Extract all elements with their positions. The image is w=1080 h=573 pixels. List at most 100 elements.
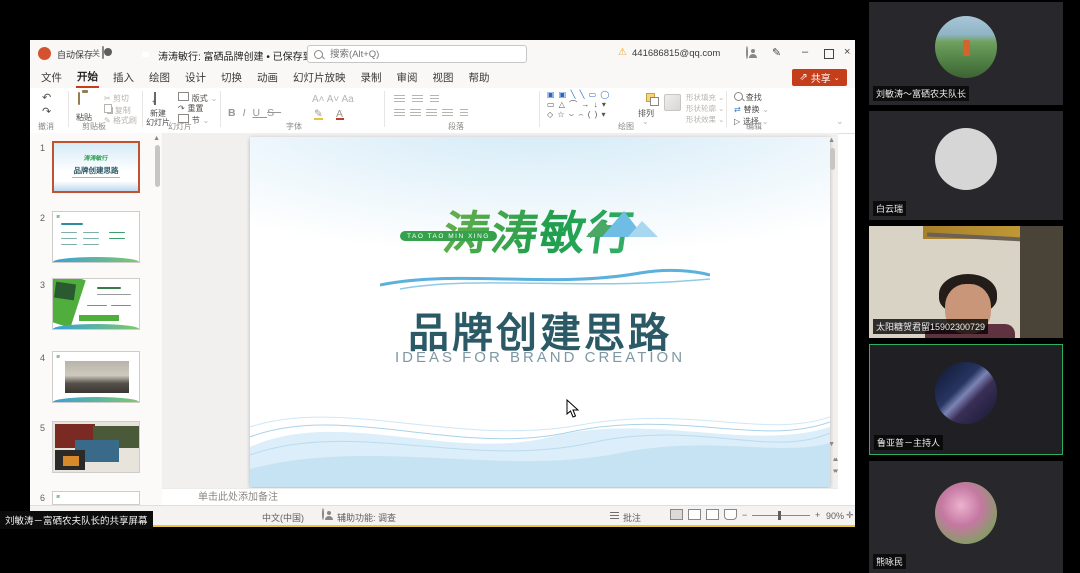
align-right-icon[interactable] <box>426 109 437 117</box>
columns-icon[interactable] <box>460 109 468 117</box>
find-icon <box>734 92 743 101</box>
avatar <box>935 362 997 424</box>
autosave-toggle[interactable]: 关 <box>102 46 104 59</box>
participant-tile[interactable]: 熊咏民 <box>869 461 1063 573</box>
zoom-out-icon[interactable]: − <box>742 510 747 520</box>
font-size-icons[interactable]: A˄ A˅ Aa <box>312 94 354 105</box>
slideshow-view-icon[interactable] <box>724 509 737 520</box>
bold-icon: B <box>228 107 243 119</box>
participant-tile-active-speaker[interactable]: 鲁亚普－主持人 <box>869 344 1063 455</box>
zoom-level[interactable]: 90% <box>826 511 844 521</box>
justify-icon[interactable] <box>442 109 453 117</box>
zoom-in-icon[interactable]: + <box>815 510 820 520</box>
slide-thumbnail-3[interactable] <box>52 278 140 330</box>
redo-icon[interactable]: ↷ <box>42 105 51 118</box>
notes-pane[interactable]: 单击此处添加备注 <box>162 488 838 505</box>
participant-tile[interactable]: 刘敏涛～富硒农夫队长 <box>869 2 1063 105</box>
slide-sorter-view-icon[interactable] <box>688 509 701 520</box>
tab-transitions[interactable]: 切换 <box>220 68 243 87</box>
slide-thumbnail-2[interactable]: ≋ <box>52 211 140 263</box>
tab-file[interactable]: 文件 <box>40 68 63 87</box>
paste-icon[interactable] <box>78 92 80 105</box>
title-chevron-icon[interactable]: ⌄ <box>292 48 299 57</box>
slide-thumbnail-1[interactable]: 涛涛敏行 品牌创建思路 <box>52 141 140 193</box>
autosave-label: 自动保存 <box>57 48 93 61</box>
replace-item[interactable]: ⇄ 替换 ⌄ <box>734 104 769 115</box>
zoom-slider[interactable] <box>752 515 810 516</box>
quick-styles-icon[interactable] <box>664 94 681 111</box>
comments-status[interactable]: 批注 <box>623 511 641 524</box>
reset-item[interactable]: ↷ 重置 <box>178 103 203 114</box>
font-style-icons[interactable]: BIUS <box>228 107 281 119</box>
cut-item[interactable]: ✂ 剪切 <box>104 93 129 104</box>
tab-home[interactable]: 开始 <box>76 67 99 88</box>
ribbon-collapse-icon[interactable]: ⌄ <box>836 116 844 127</box>
tab-slideshow[interactable]: 幻灯片放映 <box>292 68 347 87</box>
layout-icon <box>178 92 189 101</box>
shape-gallery[interactable]: ▣ ▣ ╲ ╲ ▭ ◯ ▭ △ ⌒ → ↓ ▾ ◇ ☆ ⌣ ⌢ ( ) ▾ <box>547 90 633 120</box>
slide-thumbnail-6[interactable]: ≋ <box>52 491 140 505</box>
scroll-down-icon[interactable]: ▼ <box>828 441 835 448</box>
slide-thumbnail-4[interactable]: ≋ <box>52 351 140 403</box>
align-center-icon[interactable] <box>410 109 421 117</box>
status-bar: 中文(中国) 辅助功能: 调查 批注 − + 90% ✛ <box>30 505 855 525</box>
align-left-icon[interactable] <box>394 109 405 117</box>
panel-scroll-up-icon[interactable]: ▲ <box>153 135 160 142</box>
reading-view-icon[interactable] <box>706 509 719 520</box>
format-painter-item[interactable]: ✎ 格式刷 <box>104 115 137 126</box>
group-label-clipboard: 剪贴板 <box>82 121 106 132</box>
slide-edit-area: 涛涛敏行 TAO TAO MIN XING 品牌创建思路 IDEAS FOR B… <box>162 133 838 488</box>
mouse-cursor-icon <box>566 399 580 419</box>
minimize-button[interactable]: – <box>802 46 808 58</box>
new-slide-label2[interactable]: 幻灯片 <box>146 117 170 128</box>
accessibility-status[interactable]: 辅助功能: 调查 <box>337 511 396 524</box>
tab-record[interactable]: 录制 <box>360 68 383 87</box>
participant-sidebar: 刘敏涛～富硒农夫队长 白云瑞 太阳糖贺君留15902300729 鲁亚普－主持人… <box>862 0 1080 573</box>
bullet-list-icon[interactable] <box>394 95 405 103</box>
search-input[interactable] <box>328 48 520 61</box>
participant-name: 刘敏涛～富硒农夫队长 <box>873 86 969 101</box>
participant-tile[interactable]: 白云瑞 <box>869 111 1063 220</box>
comments-status-icon <box>610 512 619 520</box>
tab-help[interactable]: 帮助 <box>468 68 491 87</box>
participant-name: 白云瑞 <box>873 201 906 216</box>
language-status[interactable]: 中文(中国) <box>262 511 304 524</box>
vertical-scrollbar[interactable] <box>830 148 835 170</box>
powerpoint-window: 自动保存 关 涛涛敏行: 富硒品牌创建 • 已保存到这台电脑 ⌄ ⚠ 44168… <box>30 40 855 527</box>
previous-slide-icon[interactable]: ▴▴ <box>833 455 836 463</box>
search-box[interactable] <box>307 45 527 63</box>
tab-insert[interactable]: 插入 <box>112 68 135 87</box>
find-item[interactable]: 查找 <box>734 92 762 103</box>
slide-thumbnail-panel: 1 涛涛敏行 品牌创建思路 2 ≋ 3 <box>30 133 163 505</box>
account-icon[interactable] <box>746 46 748 59</box>
scroll-up-icon[interactable]: ▲ <box>828 137 835 144</box>
shape-outline-item[interactable]: 形状轮廓 ⌄ <box>686 103 724 114</box>
participant-name: 鲁亚普－主持人 <box>874 435 943 450</box>
normal-view-icon[interactable] <box>670 509 683 520</box>
tab-review[interactable]: 审阅 <box>396 68 419 87</box>
close-button[interactable]: × <box>844 46 850 58</box>
new-slide-icon[interactable] <box>154 92 156 105</box>
slide-canvas[interactable]: 涛涛敏行 TAO TAO MIN XING 品牌创建思路 IDEAS FOR B… <box>250 137 830 487</box>
shape-fill-item[interactable]: 形状填充 ⌄ <box>686 92 724 103</box>
indent-icon[interactable] <box>430 95 439 103</box>
slide-number: 2 <box>40 213 45 223</box>
account-email[interactable]: 441686815@qq.com <box>632 48 720 59</box>
tab-animations[interactable]: 动画 <box>256 68 279 87</box>
next-slide-icon[interactable]: ▾▾ <box>833 467 836 475</box>
slide-thumbnail-5[interactable] <box>52 421 140 473</box>
restore-button[interactable] <box>824 49 834 59</box>
zoom-slider-thumb[interactable] <box>778 511 781 520</box>
tab-design[interactable]: 设计 <box>184 68 207 87</box>
pen-mode-icon[interactable]: ✎ <box>772 46 781 59</box>
tab-draw[interactable]: 绘图 <box>148 68 171 87</box>
replace-icon: ⇄ <box>734 105 741 114</box>
participant-tile[interactable]: 太阳糖贺君留15902300729 <box>869 226 1063 338</box>
shape-effects-item[interactable]: 形状效果 ⌄ <box>686 114 724 125</box>
numbered-list-icon[interactable] <box>412 95 423 103</box>
undo-icon[interactable]: ↶ <box>42 91 51 104</box>
share-button[interactable]: ⇗ 共享 ⌄ <box>792 69 847 86</box>
fit-to-window-icon[interactable]: ✛ <box>846 510 854 521</box>
tab-view[interactable]: 视图 <box>432 68 455 87</box>
panel-scrollbar[interactable] <box>155 145 160 187</box>
